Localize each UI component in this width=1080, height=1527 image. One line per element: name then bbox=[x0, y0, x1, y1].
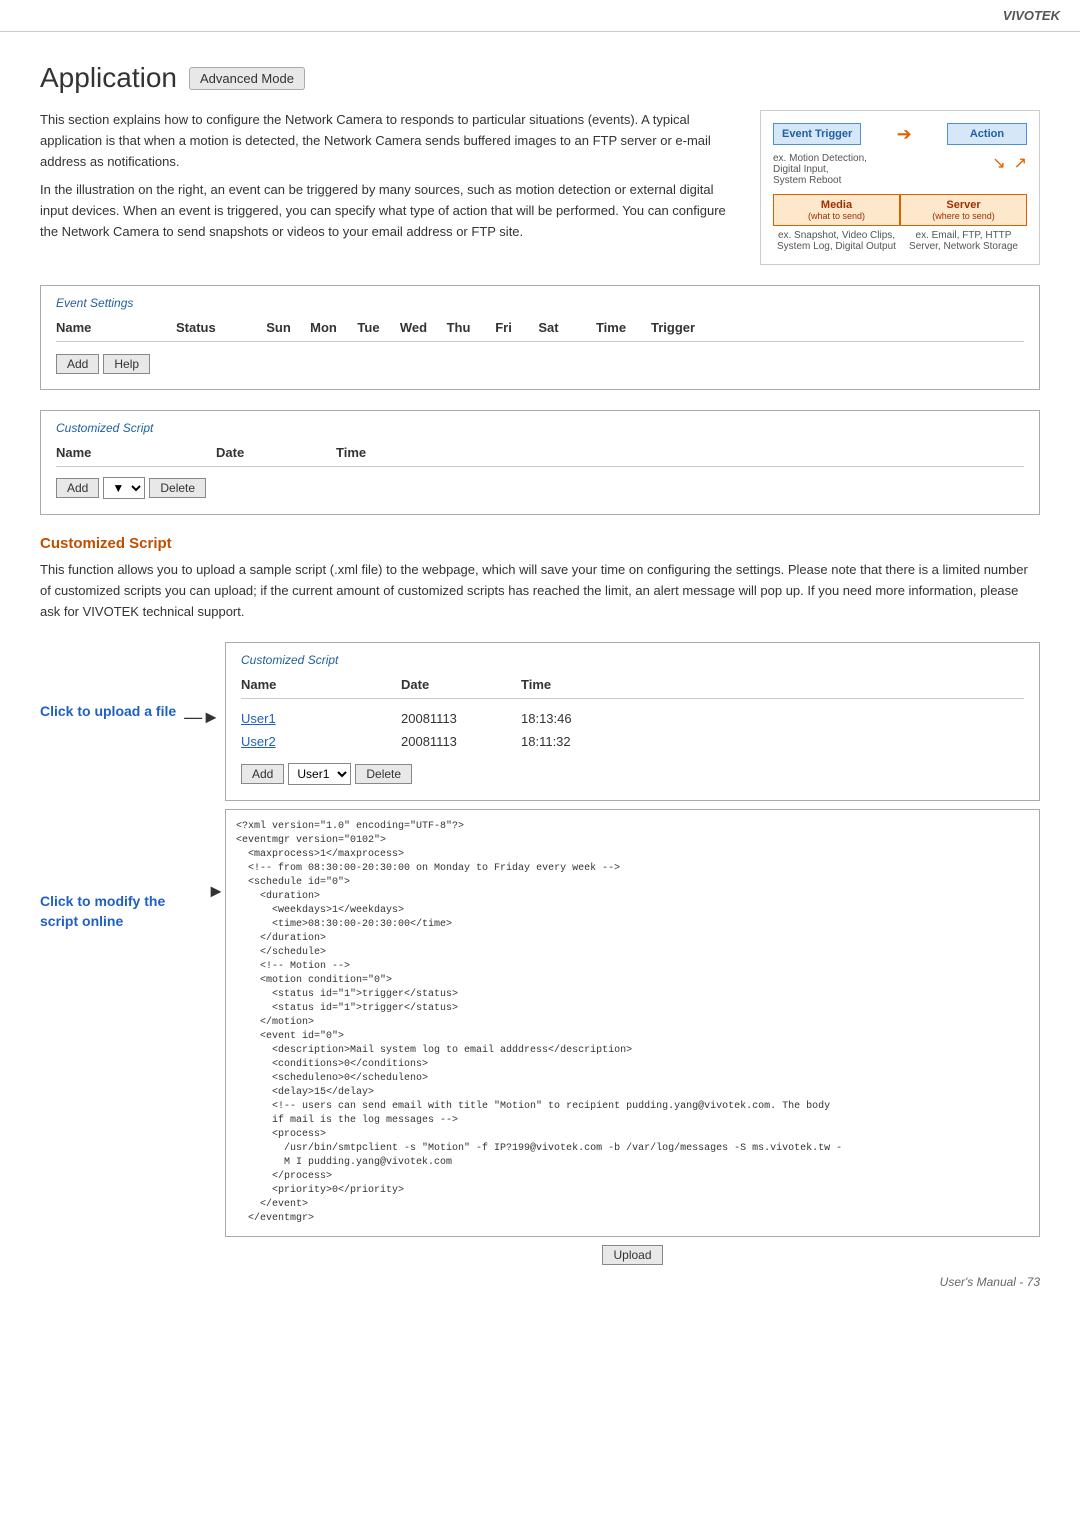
user1-date: 20081113 bbox=[401, 711, 521, 726]
event-settings-panel: Event Settings Name Status Sun Mon Tue W… bbox=[40, 285, 1040, 390]
header-time: Time bbox=[571, 320, 651, 335]
customized-script-description: This function allows you to upload a sam… bbox=[40, 560, 1040, 622]
click-modify-label: Click to modify the script online bbox=[40, 892, 199, 931]
user1-time: 18:13:46 bbox=[521, 711, 641, 726]
ex-trigger-text: ex. Motion Detection, Digital Input, Sys… bbox=[773, 153, 867, 186]
event-trigger-box: Event Trigger bbox=[773, 123, 861, 145]
user2-time: 18:11:32 bbox=[521, 734, 641, 749]
advanced-mode-badge[interactable]: Advanced Mode bbox=[189, 67, 305, 90]
customized-script-panel-title-expanded: Customized Script bbox=[241, 653, 1024, 667]
customized-script-panel-expanded: Customized Script Name Date Time User1 2… bbox=[225, 642, 1040, 801]
script-add-button-expanded[interactable]: Add bbox=[241, 764, 284, 784]
table-row: User1 20081113 18:13:46 bbox=[241, 707, 1024, 730]
script-delete-button-expanded[interactable]: Delete bbox=[355, 764, 412, 784]
upload-button[interactable]: Upload bbox=[602, 1245, 662, 1265]
script-header-date-top: Date bbox=[216, 445, 336, 460]
arrow-down-server: ↗ bbox=[1014, 153, 1027, 173]
intro-paragraph2: In the illustration on the right, an eve… bbox=[40, 180, 740, 242]
script-col-time: Time bbox=[521, 677, 641, 692]
footer-text: User's Manual - 73 bbox=[940, 1275, 1040, 1289]
header-fri: Fri bbox=[481, 320, 526, 335]
header-mon: Mon bbox=[301, 320, 346, 335]
customized-script-section-title: Customized Script bbox=[40, 535, 1040, 552]
script-controls-expanded: Add User1 User2 Delete bbox=[241, 763, 1024, 785]
header-name: Name bbox=[56, 320, 176, 335]
media-box-container: Media (what to send) ex. Snapshot, Video… bbox=[773, 194, 900, 252]
modify-arrow: ► bbox=[207, 881, 225, 902]
server-box: Server (where to send) bbox=[900, 194, 1027, 226]
header-sat: Sat bbox=[526, 320, 571, 335]
intro-paragraph1: This section explains how to configure t… bbox=[40, 110, 740, 172]
action-box: Action bbox=[947, 123, 1027, 145]
event-diagram: Event Trigger ➔ Action ex. Motion Detect… bbox=[760, 110, 1040, 265]
header-sun: Sun bbox=[256, 320, 301, 335]
script-header-name-top: Name bbox=[56, 445, 216, 460]
click-upload-label: Click to upload a file bbox=[40, 702, 176, 722]
customized-script-panel-title-top: Customized Script bbox=[56, 421, 1024, 435]
trigger-action-arrow: ➔ bbox=[897, 124, 912, 145]
user2-link[interactable]: User2 bbox=[241, 734, 401, 749]
header-thu: Thu bbox=[436, 320, 481, 335]
media-box: Media (what to send) bbox=[773, 194, 900, 226]
ex-media-text: ex. Snapshot, Video Clips, System Log, D… bbox=[773, 230, 900, 252]
brand-label: VIVOTEK bbox=[1003, 8, 1060, 23]
page-title: Application bbox=[40, 62, 177, 94]
script-table-header-expanded: Name Date Time bbox=[241, 677, 1024, 699]
script-delete-button-top[interactable]: Delete bbox=[149, 478, 206, 498]
script-user-select-expanded[interactable]: User1 User2 bbox=[288, 763, 351, 785]
script-header-time-top: Time bbox=[336, 445, 456, 460]
ex-server-text: ex. Email, FTP, HTTP Server, Network Sto… bbox=[900, 230, 1027, 252]
upload-arrow: —► bbox=[184, 707, 220, 728]
script-add-button-top[interactable]: Add bbox=[56, 478, 99, 498]
upload-row: Upload bbox=[225, 1245, 1040, 1265]
script-controls-top: Add ▼ Delete bbox=[56, 477, 1024, 499]
server-box-container: Server (where to send) ex. Email, FTP, H… bbox=[900, 194, 1027, 252]
event-table-header: Name Status Sun Mon Tue Wed Thu Fri Sat … bbox=[56, 320, 1024, 342]
header-status: Status bbox=[176, 320, 256, 335]
user1-link[interactable]: User1 bbox=[241, 711, 401, 726]
script-col-name: Name bbox=[241, 677, 401, 692]
customized-script-panel-top: Customized Script Name Date Time Add ▼ D… bbox=[40, 410, 1040, 515]
arrow-down-media: ↘ bbox=[992, 153, 1005, 173]
xml-editor[interactable]: <?xml version="1.0" encoding="UTF-8"?> <… bbox=[225, 809, 1040, 1237]
event-help-button[interactable]: Help bbox=[103, 354, 150, 374]
script-user-select-top[interactable]: ▼ bbox=[103, 477, 145, 499]
user2-date: 20081113 bbox=[401, 734, 521, 749]
customized-script-expanded: Click to upload a file —► Click to modif… bbox=[40, 642, 1040, 1265]
script-right-content: Customized Script Name Date Time User1 2… bbox=[225, 642, 1040, 1265]
event-add-button[interactable]: Add bbox=[56, 354, 99, 374]
header-tue: Tue bbox=[346, 320, 391, 335]
script-table-header-top: Name Date Time bbox=[56, 445, 1024, 467]
left-labels: Click to upload a file —► Click to modif… bbox=[40, 642, 225, 1265]
event-settings-title: Event Settings bbox=[56, 296, 1024, 310]
table-row: User2 20081113 18:11:32 bbox=[241, 730, 1024, 753]
script-col-date: Date bbox=[401, 677, 521, 692]
header-wed: Wed bbox=[391, 320, 436, 335]
header-trigger: Trigger bbox=[651, 320, 751, 335]
